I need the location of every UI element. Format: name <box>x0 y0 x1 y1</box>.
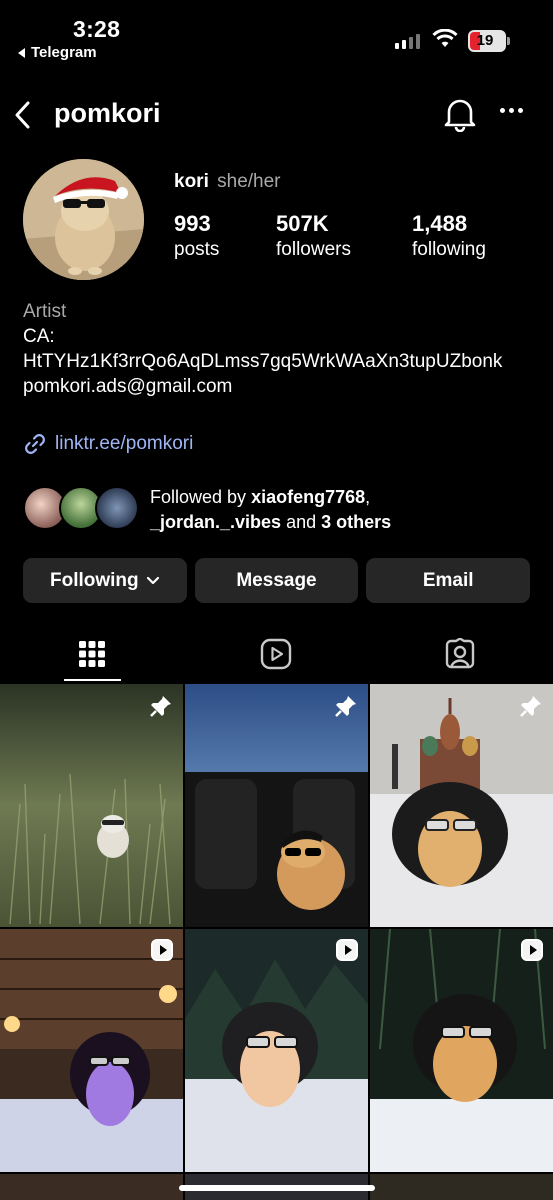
pin-icon <box>335 696 356 717</box>
back-arrow-icon[interactable] <box>10 98 36 132</box>
pin-icon <box>520 696 541 717</box>
post-tile[interactable] <box>370 929 553 1172</box>
link-icon <box>25 434 45 454</box>
follower-avatar <box>95 486 139 530</box>
profile-name-row: kori she/her <box>174 171 281 193</box>
profile-name: kori <box>174 171 209 192</box>
tagged-icon <box>445 638 475 669</box>
stat-label: followers <box>276 239 351 260</box>
post-tile[interactable] <box>370 1174 553 1200</box>
bio-category: Artist <box>23 301 67 322</box>
post-tile[interactable] <box>0 929 183 1172</box>
home-indicator[interactable] <box>179 1185 375 1191</box>
bio-line: HtTYHz1Kf3rrQo6AqDLmss7gq5WrkWAaXn3tupUZ… <box>23 351 503 372</box>
post-image <box>370 929 553 1172</box>
pin-icon <box>150 696 171 717</box>
post-image <box>185 929 368 1172</box>
back-triangle-icon <box>18 47 25 58</box>
stat-value: 507K <box>276 211 329 236</box>
tab-grid[interactable] <box>0 626 184 682</box>
followed-by-text: Followed by xiaofeng7768, _jordan._.vibe… <box>150 487 392 532</box>
post-tile[interactable] <box>0 1174 183 1200</box>
following-button[interactable]: Following <box>23 558 187 603</box>
battery-icon: 19 <box>468 30 506 52</box>
back-to-app-button[interactable]: Telegram <box>18 44 97 61</box>
stat-label: posts <box>174 239 220 260</box>
reel-icon <box>336 939 358 961</box>
signal-icon <box>395 34 420 49</box>
profile-pronouns: she/her <box>217 171 281 192</box>
bio-line: CA: <box>23 326 55 347</box>
post-image <box>0 684 183 927</box>
reel-icon <box>521 939 543 961</box>
stat-followers[interactable]: 507K followers <box>276 211 351 261</box>
stat-following[interactable]: 1,488 following <box>412 211 486 261</box>
stat-value: 1,488 <box>412 211 468 236</box>
reels-icon <box>260 638 292 670</box>
profile-link[interactable]: linktr.ee/pomkori <box>23 432 193 456</box>
post-image <box>0 929 183 1172</box>
followed-by-row[interactable]: Followed by xiaofeng7768, _jordan._.vibe… <box>23 484 533 532</box>
avatar-image <box>23 159 144 280</box>
stat-label: following <box>412 239 486 260</box>
post-image <box>370 684 553 927</box>
profile-actions: Following Message Email <box>23 558 531 603</box>
status-bar: 3:28 Telegram 19 <box>0 0 553 70</box>
link-text: linktr.ee/pomkori <box>55 433 194 454</box>
profile-bio: Artist CA: HtTYHz1Kf3rrQo6AqDLmss7gq5Wrk… <box>23 299 533 399</box>
tab-reels[interactable] <box>184 626 368 682</box>
profile-header: pomkori <box>0 88 553 142</box>
post-tile[interactable] <box>370 684 553 927</box>
reel-icon <box>151 939 173 961</box>
chevron-down-icon <box>146 576 159 584</box>
stat-posts[interactable]: 993 posts <box>174 211 219 261</box>
back-app-label: Telegram <box>31 44 97 61</box>
email-button[interactable]: Email <box>366 558 531 603</box>
profile-username: pomkori <box>54 98 161 128</box>
bell-icon[interactable] <box>443 96 477 132</box>
tab-tagged[interactable] <box>368 626 552 682</box>
wifi-icon <box>432 29 458 47</box>
stat-value: 993 <box>174 211 211 236</box>
active-tab-indicator <box>64 679 121 681</box>
profile-avatar[interactable] <box>23 159 144 280</box>
post-tile[interactable] <box>0 684 183 927</box>
message-button[interactable]: Message <box>194 558 359 603</box>
post-image <box>185 684 368 927</box>
following-label: Following <box>50 569 139 591</box>
content-tabs <box>0 626 553 682</box>
post-tile[interactable] <box>185 684 368 927</box>
posts-grid <box>0 684 553 1200</box>
battery-level: 19 <box>476 32 494 49</box>
status-time: 3:28 <box>73 16 121 42</box>
post-tile[interactable] <box>185 929 368 1172</box>
more-options-icon[interactable] <box>500 108 523 113</box>
bio-email[interactable]: pomkori.ads@gmail.com <box>23 374 533 399</box>
grid-icon <box>79 641 105 667</box>
